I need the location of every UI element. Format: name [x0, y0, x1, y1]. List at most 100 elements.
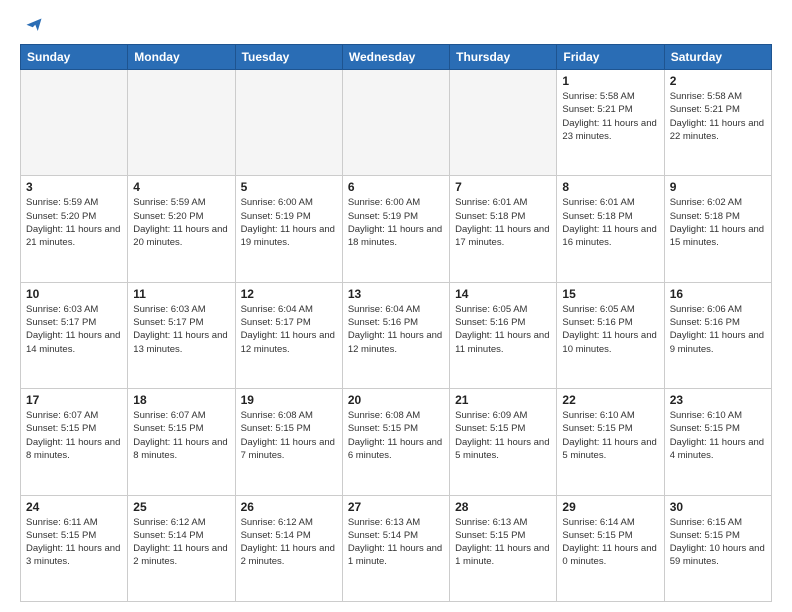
day-number: 5 — [241, 180, 337, 194]
day-number: 25 — [133, 500, 229, 514]
day-cell: 1 Sunrise: 5:58 AMSunset: 5:21 PMDaylight… — [557, 70, 664, 176]
day-cell: 5 Sunrise: 6:00 AMSunset: 5:19 PMDaylight… — [235, 176, 342, 282]
day-number: 2 — [670, 74, 766, 88]
day-cell: 21 Sunrise: 6:09 AMSunset: 5:15 PMDayligh… — [450, 389, 557, 495]
day-info: Sunrise: 6:07 AMSunset: 5:15 PMDaylight:… — [26, 409, 122, 462]
day-info: Sunrise: 6:09 AMSunset: 5:15 PMDaylight:… — [455, 409, 551, 462]
day-cell: 4 Sunrise: 5:59 AMSunset: 5:20 PMDaylight… — [128, 176, 235, 282]
day-cell: 19 Sunrise: 6:08 AMSunset: 5:15 PMDayligh… — [235, 389, 342, 495]
day-cell: 23Sunrise: 6:10 AMSunset: 5:15 PMDayligh… — [664, 389, 771, 495]
week-row-3: 10 Sunrise: 6:03 AMSunset: 5:17 PMDayligh… — [21, 282, 772, 388]
day-info: Sunrise: 6:01 AMSunset: 5:18 PMDaylight:… — [455, 196, 551, 249]
day-info: Sunrise: 6:12 AMSunset: 5:14 PMDaylight:… — [241, 516, 337, 569]
day-info: Sunrise: 6:03 AMSunset: 5:17 PMDaylight:… — [26, 303, 122, 356]
day-cell: 12Sunrise: 6:04 AMSunset: 5:17 PMDayligh… — [235, 282, 342, 388]
day-number: 26 — [241, 500, 337, 514]
weekday-header-wednesday: Wednesday — [342, 45, 449, 70]
day-info: Sunrise: 6:08 AMSunset: 5:15 PMDaylight:… — [348, 409, 444, 462]
day-cell: 22 Sunrise: 6:10 AMSunset: 5:15 PMDayligh… — [557, 389, 664, 495]
day-number: 3 — [26, 180, 122, 194]
day-info: Sunrise: 6:05 AMSunset: 5:16 PMDaylight:… — [562, 303, 658, 356]
day-cell: 15 Sunrise: 6:05 AMSunset: 5:16 PMDayligh… — [557, 282, 664, 388]
day-cell: 17 Sunrise: 6:07 AMSunset: 5:15 PMDayligh… — [21, 389, 128, 495]
day-cell — [450, 70, 557, 176]
day-number: 16 — [670, 287, 766, 301]
day-info: Sunrise: 6:10 AMSunset: 5:15 PMDaylight:… — [670, 409, 766, 462]
weekday-header-tuesday: Tuesday — [235, 45, 342, 70]
day-cell: 8 Sunrise: 6:01 AMSunset: 5:18 PMDaylight… — [557, 176, 664, 282]
day-number: 30 — [670, 500, 766, 514]
weekday-header-thursday: Thursday — [450, 45, 557, 70]
day-info: Sunrise: 6:04 AMSunset: 5:17 PMDaylight:… — [241, 303, 337, 356]
day-info: Sunrise: 6:10 AMSunset: 5:15 PMDaylight:… — [562, 409, 658, 462]
day-number: 6 — [348, 180, 444, 194]
day-number: 8 — [562, 180, 658, 194]
day-number: 21 — [455, 393, 551, 407]
day-info: Sunrise: 6:08 AMSunset: 5:15 PMDaylight:… — [241, 409, 337, 462]
calendar-table: SundayMondayTuesdayWednesdayThursdayFrid… — [20, 44, 772, 602]
day-cell: 20 Sunrise: 6:08 AMSunset: 5:15 PMDayligh… — [342, 389, 449, 495]
day-number: 24 — [26, 500, 122, 514]
day-info: Sunrise: 6:07 AMSunset: 5:15 PMDaylight:… — [133, 409, 229, 462]
day-cell: 27Sunrise: 6:13 AMSunset: 5:14 PMDayligh… — [342, 495, 449, 601]
day-number: 20 — [348, 393, 444, 407]
day-number: 17 — [26, 393, 122, 407]
weekday-header-saturday: Saturday — [664, 45, 771, 70]
day-number: 18 — [133, 393, 229, 407]
day-cell: 16 Sunrise: 6:06 AMSunset: 5:16 PMDayligh… — [664, 282, 771, 388]
day-info: Sunrise: 6:05 AMSunset: 5:16 PMDaylight:… — [455, 303, 551, 356]
day-cell: 10 Sunrise: 6:03 AMSunset: 5:17 PMDayligh… — [21, 282, 128, 388]
day-number: 4 — [133, 180, 229, 194]
day-cell: 18 Sunrise: 6:07 AMSunset: 5:15 PMDayligh… — [128, 389, 235, 495]
day-number: 11 — [133, 287, 229, 301]
day-info: Sunrise: 5:58 AMSunset: 5:21 PMDaylight:… — [562, 90, 658, 143]
day-cell: 24 Sunrise: 6:11 AMSunset: 5:15 PMDayligh… — [21, 495, 128, 601]
weekday-header-sunday: Sunday — [21, 45, 128, 70]
day-info: Sunrise: 6:00 AMSunset: 5:19 PMDaylight:… — [241, 196, 337, 249]
day-info: Sunrise: 6:11 AMSunset: 5:15 PMDaylight:… — [26, 516, 122, 569]
day-number: 29 — [562, 500, 658, 514]
logo-bird-icon — [24, 16, 44, 36]
day-cell: 29 Sunrise: 6:14 AMSunset: 5:15 PMDayligh… — [557, 495, 664, 601]
week-row-5: 24 Sunrise: 6:11 AMSunset: 5:15 PMDayligh… — [21, 495, 772, 601]
day-number: 27 — [348, 500, 444, 514]
day-info: Sunrise: 6:14 AMSunset: 5:15 PMDaylight:… — [562, 516, 658, 569]
logo — [20, 16, 44, 36]
header — [20, 16, 772, 36]
day-info: Sunrise: 6:12 AMSunset: 5:14 PMDaylight:… — [133, 516, 229, 569]
day-cell — [342, 70, 449, 176]
weekday-header-monday: Monday — [128, 45, 235, 70]
day-cell: 28Sunrise: 6:13 AMSunset: 5:15 PMDayligh… — [450, 495, 557, 601]
day-info: Sunrise: 6:02 AMSunset: 5:18 PMDaylight:… — [670, 196, 766, 249]
day-info: Sunrise: 6:06 AMSunset: 5:16 PMDaylight:… — [670, 303, 766, 356]
day-number: 15 — [562, 287, 658, 301]
week-row-4: 17 Sunrise: 6:07 AMSunset: 5:15 PMDayligh… — [21, 389, 772, 495]
day-cell: 30 Sunrise: 6:15 AMSunset: 5:15 PMDayligh… — [664, 495, 771, 601]
day-cell: 26 Sunrise: 6:12 AMSunset: 5:14 PMDayligh… — [235, 495, 342, 601]
week-row-2: 3 Sunrise: 5:59 AMSunset: 5:20 PMDaylight… — [21, 176, 772, 282]
day-cell: 7Sunrise: 6:01 AMSunset: 5:18 PMDaylight… — [450, 176, 557, 282]
day-number: 22 — [562, 393, 658, 407]
day-info: Sunrise: 5:59 AMSunset: 5:20 PMDaylight:… — [26, 196, 122, 249]
day-cell — [235, 70, 342, 176]
day-cell: 14Sunrise: 6:05 AMSunset: 5:16 PMDayligh… — [450, 282, 557, 388]
day-info: Sunrise: 5:59 AMSunset: 5:20 PMDaylight:… — [133, 196, 229, 249]
day-number: 1 — [562, 74, 658, 88]
week-row-1: 1 Sunrise: 5:58 AMSunset: 5:21 PMDaylight… — [21, 70, 772, 176]
day-number: 10 — [26, 287, 122, 301]
day-info: Sunrise: 6:04 AMSunset: 5:16 PMDaylight:… — [348, 303, 444, 356]
day-number: 13 — [348, 287, 444, 301]
day-cell: 9Sunrise: 6:02 AMSunset: 5:18 PMDaylight… — [664, 176, 771, 282]
day-cell: 2Sunrise: 5:58 AMSunset: 5:21 PMDaylight… — [664, 70, 771, 176]
day-info: Sunrise: 6:00 AMSunset: 5:19 PMDaylight:… — [348, 196, 444, 249]
weekday-header-friday: Friday — [557, 45, 664, 70]
day-info: Sunrise: 6:13 AMSunset: 5:15 PMDaylight:… — [455, 516, 551, 569]
day-cell: 3 Sunrise: 5:59 AMSunset: 5:20 PMDaylight… — [21, 176, 128, 282]
day-cell — [21, 70, 128, 176]
day-cell: 13 Sunrise: 6:04 AMSunset: 5:16 PMDayligh… — [342, 282, 449, 388]
day-info: Sunrise: 6:01 AMSunset: 5:18 PMDaylight:… — [562, 196, 658, 249]
day-cell: 25 Sunrise: 6:12 AMSunset: 5:14 PMDayligh… — [128, 495, 235, 601]
day-number: 19 — [241, 393, 337, 407]
day-info: Sunrise: 6:15 AMSunset: 5:15 PMDaylight:… — [670, 516, 766, 569]
day-cell — [128, 70, 235, 176]
